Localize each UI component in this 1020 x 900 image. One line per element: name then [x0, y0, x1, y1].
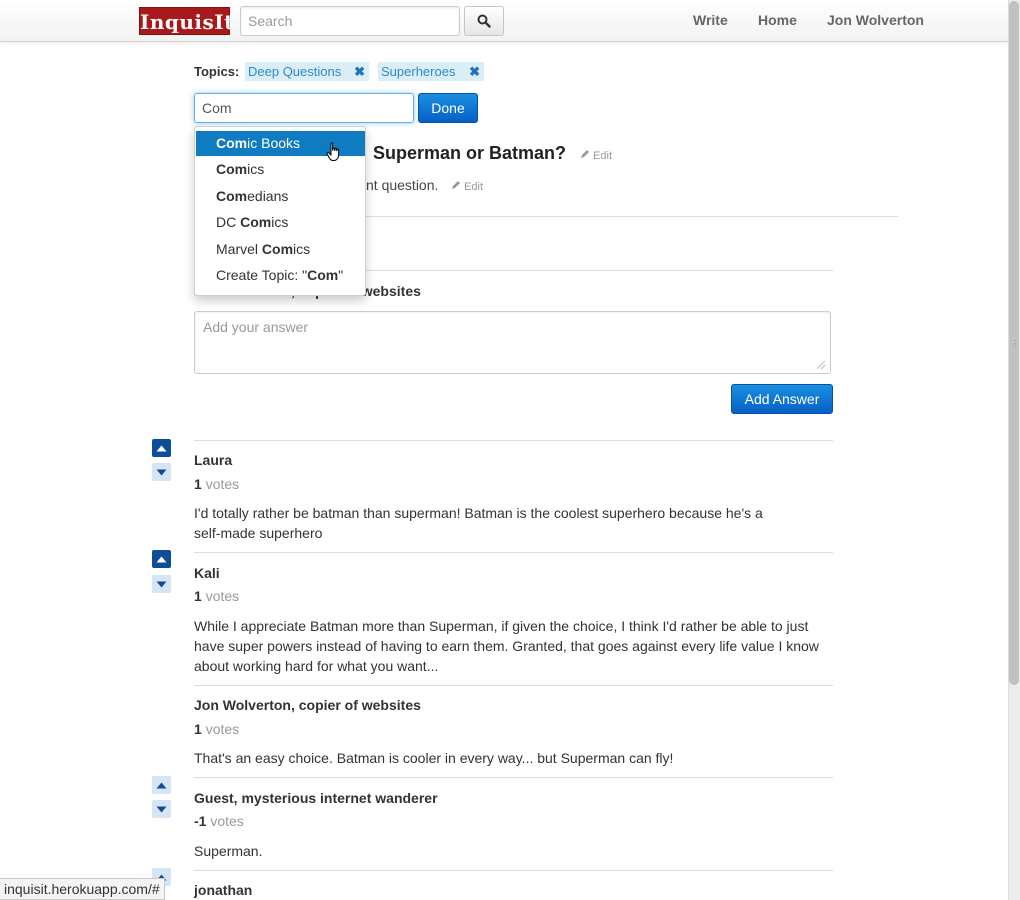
- vote-count: 1: [194, 476, 202, 492]
- topic-tag-label: Deep Questions: [248, 64, 342, 79]
- search-input[interactable]: [240, 6, 460, 36]
- topic-tag: Deep Questions ✖: [245, 62, 369, 81]
- vote-down-button[interactable]: [152, 575, 171, 593]
- pencil-icon: [581, 150, 589, 158]
- top-navbar: InquisIt Write Home Jon Wolverton: [0, 0, 1008, 42]
- dd-rest: ics: [247, 161, 265, 177]
- arrow-up-icon: [156, 782, 167, 788]
- answer-text: While I appreciate Batman more than Supe…: [194, 618, 819, 674]
- question-title: Superman or Batman?: [373, 143, 567, 163]
- dd-match: Com: [216, 188, 248, 204]
- nav-home-link[interactable]: Home: [758, 12, 797, 28]
- topic-input[interactable]: [194, 93, 414, 123]
- answer-votes: 1 votes: [194, 588, 239, 604]
- answer-textarea[interactable]: [194, 311, 831, 374]
- answer-text: I'd totally rather be batman than superm…: [194, 505, 763, 541]
- hand-pointer-icon: [326, 142, 340, 161]
- arrow-up-icon: [156, 556, 167, 562]
- edit-label: Edit: [593, 150, 613, 162]
- divider: [194, 870, 833, 871]
- divider: [194, 777, 833, 778]
- edit-label: Edit: [464, 181, 484, 193]
- answer-author[interactable]: jonathan: [194, 882, 252, 898]
- status-bar-url: inquisit.herokuapp.com/#: [0, 878, 165, 900]
- resize-grip-icon[interactable]: [814, 358, 826, 370]
- dd-match: Com: [216, 135, 248, 151]
- answer-author[interactable]: Kali: [194, 565, 220, 581]
- dd-pre: Marvel: [216, 241, 262, 257]
- answer-author[interactable]: Jon Wolverton, copier of websites: [194, 697, 421, 713]
- dd-match: Com: [240, 214, 272, 230]
- done-button[interactable]: Done: [418, 93, 478, 123]
- dd-rest: ic Books: [247, 135, 301, 151]
- arrow-down-icon: [156, 581, 167, 587]
- topic-tag-label: Superheroes: [381, 64, 456, 79]
- nav-write-link[interactable]: Write: [693, 12, 728, 28]
- arrow-down-icon: [156, 469, 167, 475]
- votes-word: votes: [205, 588, 240, 604]
- dd-pre: Create Topic: ": [216, 267, 308, 283]
- dd-rest: ": [338, 267, 344, 283]
- dropdown-item-dc-comics[interactable]: DC Comics: [196, 210, 365, 235]
- answer-votes: 1 votes: [194, 476, 239, 492]
- add-answer-button[interactable]: Add Answer: [731, 384, 833, 414]
- vote-count: 1: [194, 588, 202, 604]
- dd-match: Com: [216, 161, 248, 177]
- answer-votes: -1 votes: [194, 813, 244, 829]
- answer-author[interactable]: Guest, mysterious internet wanderer: [194, 790, 438, 806]
- pencil-icon: [452, 181, 460, 189]
- topic-tag: Superheroes ✖: [378, 62, 484, 81]
- search-button[interactable]: [464, 6, 504, 36]
- topics-label: Topics:: [194, 64, 240, 79]
- dd-rest: ics: [271, 214, 289, 230]
- scrollbar-grip-icon: ⋮: [1011, 339, 1019, 348]
- edit-title-link[interactable]: Edit: [580, 149, 612, 162]
- dropdown-item-comedians[interactable]: Comedians: [196, 184, 365, 209]
- vote-up-button[interactable]: [152, 776, 171, 794]
- edit-body-link[interactable]: Edit: [451, 180, 483, 193]
- dd-rest: edians: [247, 188, 289, 204]
- vote-count: -1: [194, 813, 207, 829]
- divider: [194, 440, 833, 441]
- magnifier-icon: [477, 14, 491, 28]
- dd-pre: DC: [216, 214, 241, 230]
- answer-author[interactable]: Laura: [194, 452, 232, 468]
- brand-logo[interactable]: InquisIt: [139, 7, 233, 35]
- vote-count: 1: [194, 721, 202, 737]
- divider: [194, 552, 833, 553]
- dd-match: Com: [307, 267, 339, 283]
- answer-votes: 1 votes: [194, 721, 239, 737]
- answer-text: That's an easy choice. Batman is cooler …: [194, 750, 674, 766]
- arrow-down-icon: [156, 806, 167, 812]
- vote-down-button[interactable]: [152, 463, 171, 481]
- dropdown-item-create-topic[interactable]: Create Topic: "Com": [196, 263, 365, 288]
- dropdown-item-marvel-comics[interactable]: Marvel Comics: [196, 237, 365, 262]
- dd-match: Com: [261, 241, 294, 257]
- close-icon[interactable]: ✖: [354, 62, 365, 81]
- vote-up-button[interactable]: [152, 439, 171, 457]
- dd-rest: ics: [293, 241, 311, 257]
- vote-up-button[interactable]: [152, 550, 171, 568]
- vote-down-button[interactable]: [152, 800, 171, 818]
- arrow-up-icon: [156, 445, 167, 451]
- votes-word: votes: [210, 813, 244, 829]
- votes-word: votes: [205, 721, 240, 737]
- answer-text: Superman.: [194, 843, 263, 859]
- divider: [194, 685, 833, 686]
- question-body: nt question.: [366, 177, 439, 193]
- nav-user-link[interactable]: Jon Wolverton: [827, 12, 924, 28]
- close-icon[interactable]: ✖: [469, 62, 480, 81]
- votes-word: votes: [205, 476, 240, 492]
